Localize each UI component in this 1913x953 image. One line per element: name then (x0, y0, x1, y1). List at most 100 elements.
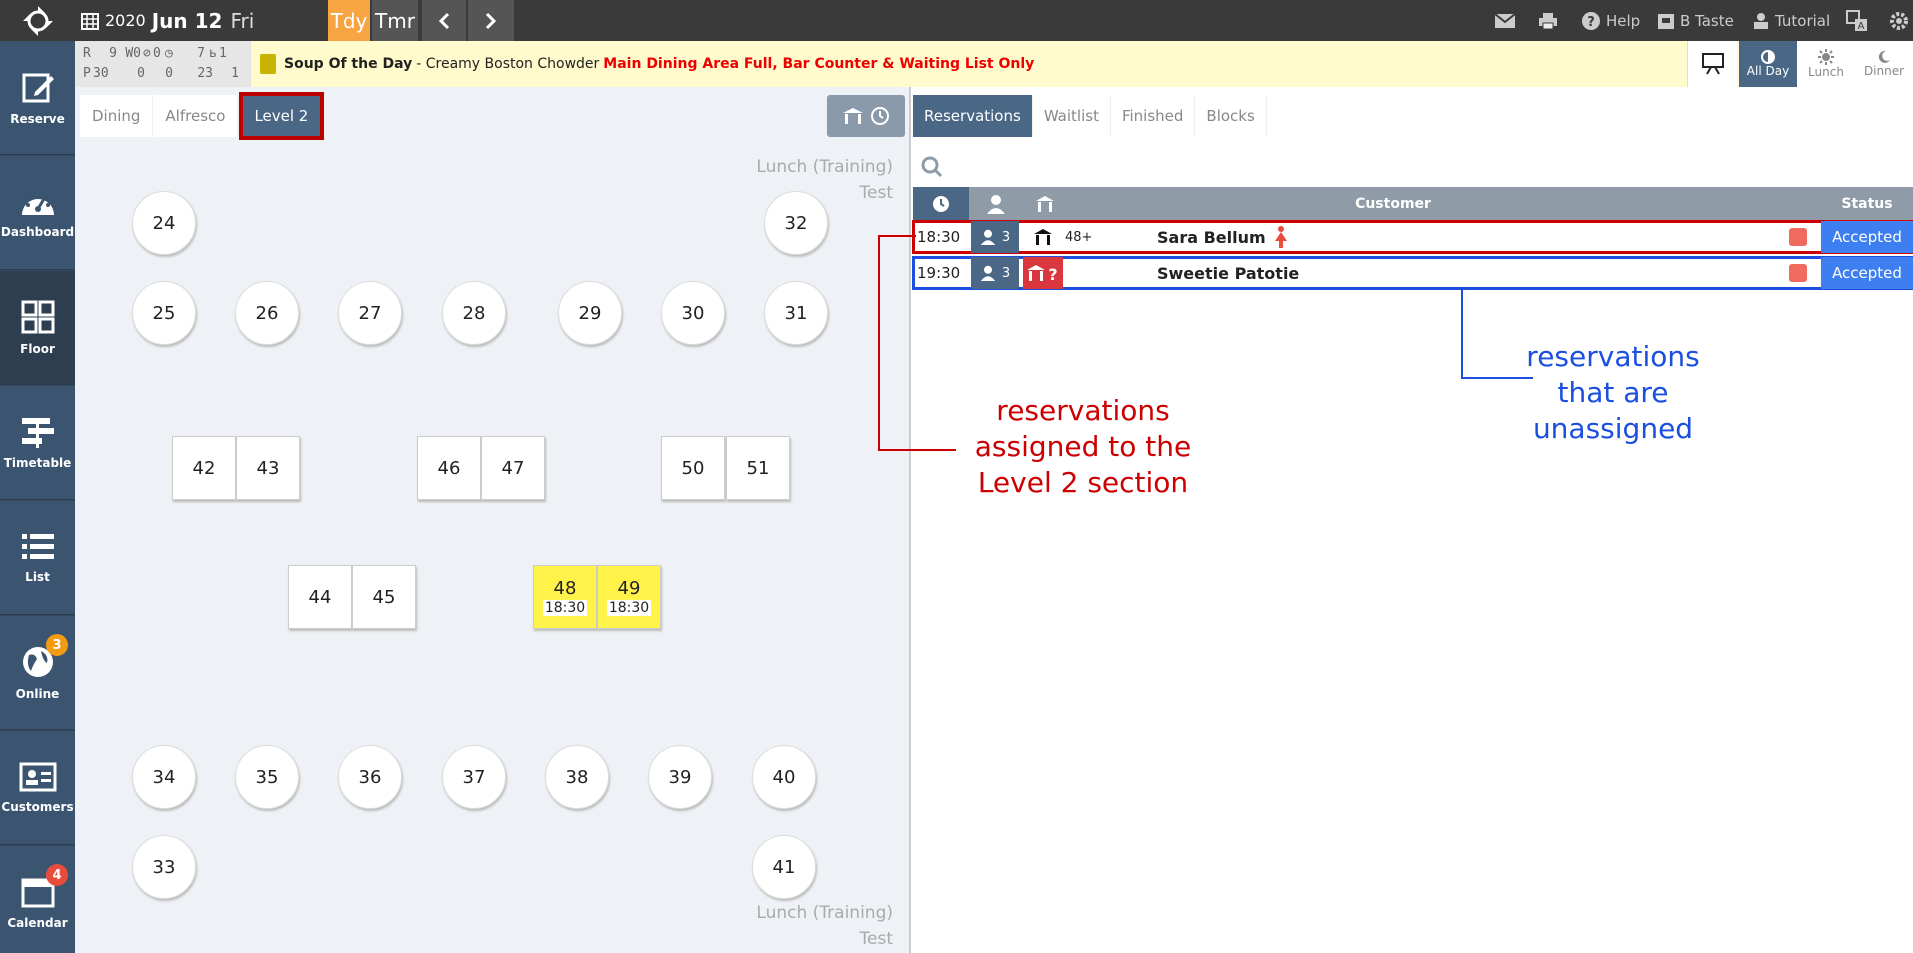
table-26[interactable]: 26 (235, 281, 299, 345)
table-49[interactable]: 49 18:30 (597, 565, 661, 629)
floor-shift-label-bottom: Lunch (Training) Test (756, 900, 893, 952)
settings-link[interactable] (1888, 0, 1913, 41)
translate-icon: A (1846, 9, 1867, 32)
table-45[interactable]: 45 (352, 565, 416, 629)
reservation-row[interactable]: 18:30 3 48+ Sara Bellum Accepted (912, 220, 1913, 254)
table-51[interactable]: 51 (726, 436, 790, 500)
table-37[interactable]: 37 (442, 745, 506, 809)
table-50[interactable]: 50 (661, 436, 725, 500)
nav-floor[interactable]: Floor (0, 271, 75, 385)
table-28[interactable]: 28 (442, 281, 506, 345)
reservation-row[interactable]: 19:30 3 ? Sweetie Patotie Accepted (912, 256, 1913, 290)
sun-icon (1818, 49, 1834, 65)
search-input[interactable] (953, 158, 1853, 176)
nav-calendar[interactable]: 4 Calendar (0, 846, 75, 953)
store-label: B Taste (1680, 11, 1734, 30)
tab-reservations[interactable]: Reservations (913, 95, 1033, 137)
table-29[interactable]: 29 (558, 281, 622, 345)
person-icon (980, 265, 996, 281)
clock-icon: ◷ (165, 46, 173, 61)
customer-name[interactable]: Sweetie Patotie (1157, 257, 1299, 289)
help-link[interactable]: ? Help (1581, 0, 1640, 41)
store-link[interactable]: B Taste (1657, 0, 1734, 41)
print-link[interactable] (1538, 0, 1563, 41)
section-tab-level-2[interactable]: Level 2 (239, 92, 325, 140)
date-year: 2020 (105, 11, 146, 30)
table-34[interactable]: 34 (132, 745, 196, 809)
table-24[interactable]: 24 (132, 191, 196, 255)
table-46[interactable]: 46 (417, 436, 481, 500)
count-value: 23 (197, 66, 213, 81)
table-30[interactable]: 30 (661, 281, 725, 345)
table-number: 32 (784, 212, 808, 234)
table-40[interactable]: 40 (752, 745, 816, 809)
table-47[interactable]: 47 (481, 436, 545, 500)
nav-label: Calendar (7, 915, 68, 930)
translate-link[interactable]: A (1846, 0, 1873, 41)
table-number: 35 (255, 766, 279, 788)
tutorial-link[interactable]: Tutorial (1752, 0, 1830, 41)
table-38[interactable]: 38 (545, 745, 609, 809)
next-day-button[interactable] (468, 0, 514, 41)
table-44[interactable]: 44 (288, 565, 352, 629)
timetable-icon (21, 417, 54, 448)
floor-mode-toggle[interactable] (827, 95, 905, 137)
table-number: 36 (358, 766, 382, 788)
shift-lunch[interactable]: Lunch (1797, 41, 1855, 87)
header-time[interactable] (913, 187, 969, 221)
table-35[interactable]: 35 (235, 745, 299, 809)
date-picker[interactable]: 2020 Jun 12 Fri (75, 0, 254, 41)
section-tab-alfresco[interactable]: Alfresco (153, 95, 239, 137)
grid-icon (21, 300, 54, 333)
prev-day-button[interactable] (422, 0, 466, 41)
table-43[interactable]: 43 (236, 436, 300, 500)
table-36[interactable]: 36 (338, 745, 402, 809)
top-bar: 2020 Jun 12 Fri Tdy Tmr ? Help B Taste T… (0, 0, 1913, 41)
unassigned-table-cell[interactable]: ? (1023, 257, 1063, 289)
header-customer[interactable]: Customer (1073, 187, 1713, 221)
table-48[interactable]: 48 18:30 (533, 565, 597, 629)
tab-waitlist[interactable]: Waitlist (1032, 95, 1111, 137)
table-27[interactable]: 27 (338, 281, 402, 345)
nav-customers[interactable]: Customers (0, 731, 75, 845)
header-status[interactable]: Status (1821, 187, 1913, 221)
shift-label: Dinner (1863, 64, 1905, 78)
table-39[interactable]: 39 (648, 745, 712, 809)
table-booking-time: 18:30 (606, 600, 652, 616)
reservation-time: 19:30 (917, 264, 961, 282)
app-logo[interactable] (0, 0, 75, 41)
clock-icon (871, 107, 889, 125)
nav-list[interactable]: List (0, 501, 75, 615)
table-33[interactable]: 33 (132, 835, 196, 899)
nav-online[interactable]: 3 Online (0, 616, 75, 730)
table-number: 24 (152, 212, 176, 234)
tab-blocks[interactable]: Blocks (1195, 95, 1267, 137)
shift-all-day[interactable]: All Day (1739, 41, 1797, 87)
table-32[interactable]: 32 (764, 191, 828, 255)
shift-dinner[interactable]: Dinner (1855, 41, 1913, 87)
nav-reserve[interactable]: Reserve (0, 41, 75, 155)
table-41[interactable]: 41 (752, 835, 816, 899)
table-42[interactable]: 42 (172, 436, 236, 500)
customer-name[interactable]: Sara Bellum (1157, 221, 1288, 253)
presentation-button[interactable] (1687, 41, 1737, 87)
table-31[interactable]: 31 (764, 281, 828, 345)
table-number: 33 (152, 856, 176, 878)
today-button[interactable]: Tdy (328, 0, 370, 41)
nav-dashboard[interactable]: Dashboard (0, 156, 75, 270)
id-card-icon (19, 762, 56, 791)
tomorrow-button[interactable]: Tmr (372, 0, 418, 41)
header-pax[interactable] (971, 187, 1021, 221)
tab-finished[interactable]: Finished (1110, 95, 1196, 137)
mail-link[interactable] (1494, 0, 1521, 41)
daily-notice[interactable]: Soup Of the Day - Creamy Boston Chowder … (260, 41, 1034, 87)
table-25[interactable]: 25 (132, 281, 196, 345)
nav-timetable[interactable]: Timetable (0, 386, 75, 500)
guest-mood-icon (1787, 221, 1809, 253)
header-table[interactable] (1025, 187, 1065, 221)
chair-icon: ь (209, 46, 217, 61)
section-tab-dining[interactable]: Dining (80, 95, 154, 137)
status-badge[interactable]: Accepted (1821, 221, 1913, 253)
easel-icon (1701, 53, 1724, 75)
status-badge[interactable]: Accepted (1821, 257, 1913, 289)
